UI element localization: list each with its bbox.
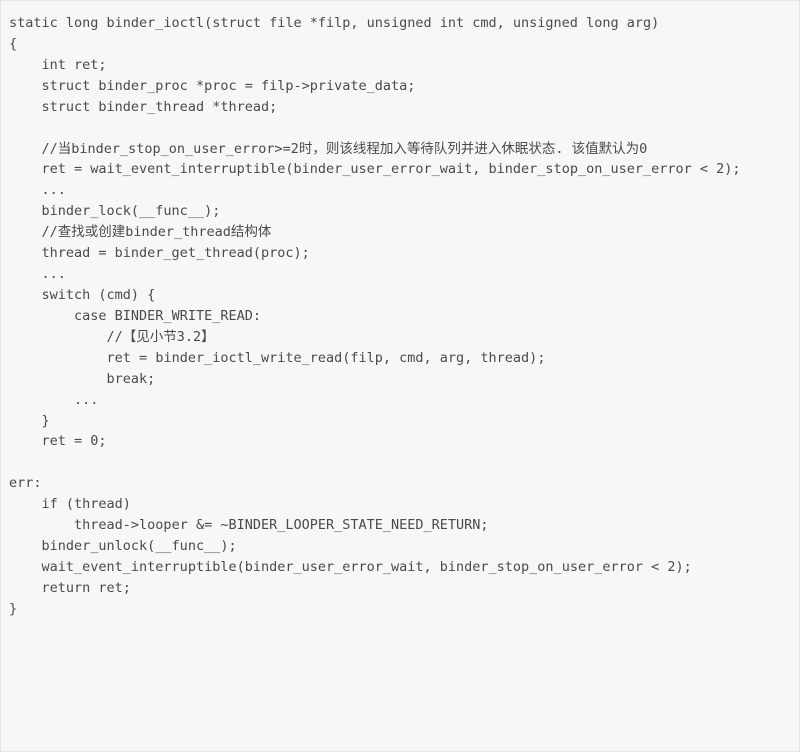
code-block: static long binder_ioctl(struct file *fi…: [0, 0, 800, 752]
